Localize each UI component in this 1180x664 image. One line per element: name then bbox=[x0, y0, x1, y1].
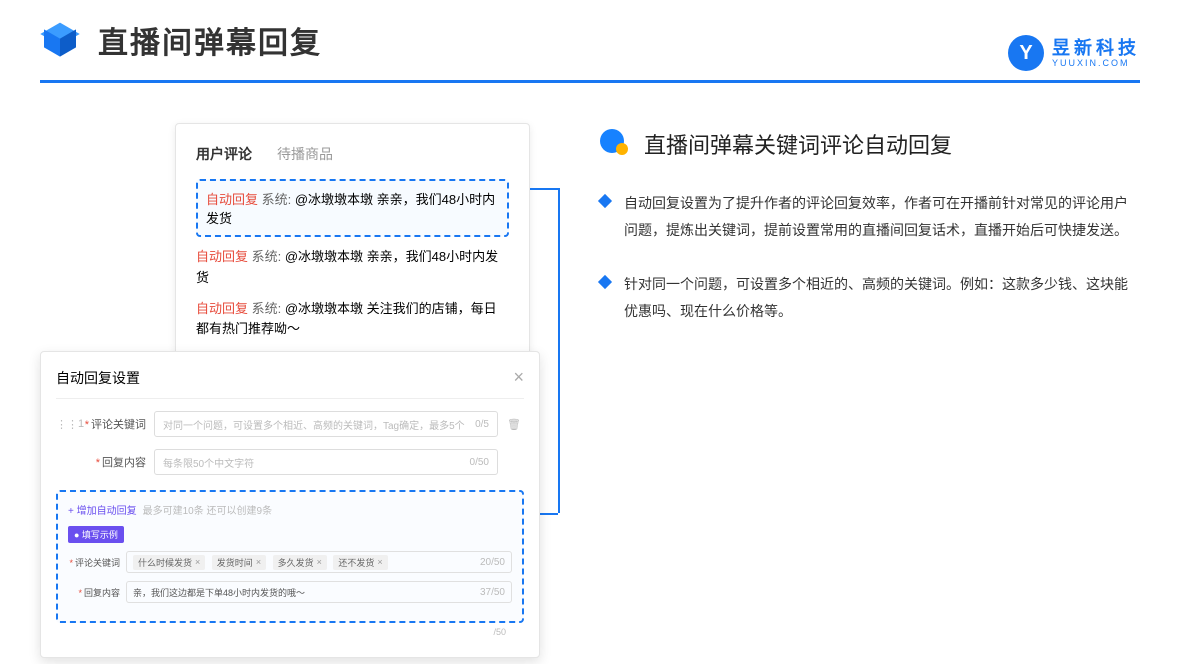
keyword-label: *评论关键词 bbox=[84, 416, 154, 432]
connector-line bbox=[558, 188, 560, 513]
section-title: 直播间弹幕关键词评论自动回复 bbox=[644, 128, 952, 160]
brand-logo: Y 昱新科技 YUUXIN.COM bbox=[1008, 35, 1140, 71]
settings-title: 自动回复设置 bbox=[56, 368, 140, 388]
example-content-counter: 37/50 bbox=[480, 587, 505, 598]
system-label: 系统: bbox=[248, 301, 285, 316]
auto-reply-label: 自动回复 bbox=[206, 192, 258, 207]
auto-reply-label: 自动回复 bbox=[196, 249, 248, 264]
footer-counter: /50 bbox=[56, 627, 524, 637]
tag-remove-icon: × bbox=[377, 557, 382, 567]
content-input[interactable]: 每条限50个中文字符 0/50 bbox=[154, 449, 498, 475]
brand-icon: Y bbox=[1008, 35, 1044, 71]
cube-icon bbox=[40, 20, 80, 60]
example-block: + 增加自动回复最多可建10条 还可以创建9条 ● 填写示例 *评论关键词 什么… bbox=[56, 490, 524, 623]
tag-remove-icon: × bbox=[256, 557, 261, 567]
connector-line bbox=[530, 188, 558, 190]
keyword-tag[interactable]: 什么时候发货× bbox=[133, 555, 205, 570]
tag-remove-icon: × bbox=[195, 557, 200, 567]
system-label: 系统: bbox=[248, 249, 285, 264]
highlighted-comment: 自动回复 系统: @冰墩墩本墩 亲亲，我们48小时内发货 bbox=[196, 179, 509, 237]
brand-name-en: YUUXIN.COM bbox=[1052, 59, 1140, 68]
keyword-input[interactable]: 对同一个问题，可设置多个相近、高频的关键词，Tag确定，最多5个 0/5 bbox=[154, 411, 498, 437]
brand-name-cn: 昱新科技 bbox=[1052, 39, 1140, 57]
tag-remove-icon: × bbox=[317, 557, 322, 567]
comment-row: 自动回复 系统: @冰墩墩本墩 关注我们的店铺，每日都有热门推荐呦～ bbox=[196, 299, 509, 341]
example-keyword-input[interactable]: 什么时候发货× 发货时间× 多久发货× 还不发货× 20/50 bbox=[126, 551, 512, 573]
close-icon[interactable]: × bbox=[513, 367, 524, 388]
content-counter: 0/50 bbox=[470, 457, 489, 468]
example-content-label: *回复内容 bbox=[68, 586, 126, 599]
chat-bubble-icon bbox=[600, 129, 630, 159]
example-badge: ● 填写示例 bbox=[68, 526, 124, 543]
example-content-input[interactable]: 亲，我们这边都是下单48小时内发货的哦～ 37/50 bbox=[126, 581, 512, 603]
comments-panel: 用户评论 待播商品 自动回复 系统: @冰墩墩本墩 亲亲，我们48小时内发货 自… bbox=[175, 123, 530, 371]
system-label: 系统: bbox=[258, 192, 295, 207]
keyword-tag[interactable]: 发货时间× bbox=[212, 555, 266, 570]
example-keyword-counter: 20/50 bbox=[480, 557, 505, 568]
auto-reply-label: 自动回复 bbox=[196, 301, 248, 316]
diamond-bullet-icon bbox=[598, 275, 612, 289]
bullet-text: 自动回复设置为了提升作者的评论回复效率，作者可在开播前针对常见的评论用户问题，提… bbox=[624, 190, 1140, 243]
delete-icon[interactable]: 🗑 bbox=[504, 418, 524, 431]
tab-pending-goods[interactable]: 待播商品 bbox=[277, 144, 333, 164]
example-keyword-label: *评论关键词 bbox=[68, 556, 126, 569]
settings-panel: 自动回复设置 × ⋮⋮ 1 *评论关键词 对同一个问题，可设置多个相近、高频的关… bbox=[40, 351, 540, 658]
keyword-tag[interactable]: 多久发货× bbox=[273, 555, 327, 570]
tab-user-comments[interactable]: 用户评论 bbox=[196, 144, 252, 164]
keyword-tag[interactable]: 还不发货× bbox=[333, 555, 387, 570]
comment-row: 自动回复 系统: @冰墩墩本墩 亲亲，我们48小时内发货 bbox=[196, 247, 509, 289]
content-label: *回复内容 bbox=[84, 454, 154, 470]
row-index: ⋮⋮ 1 bbox=[56, 418, 84, 431]
page-title: 直播间弹幕回复 bbox=[98, 18, 322, 62]
add-auto-reply-link[interactable]: + 增加自动回复最多可建10条 还可以创建9条 bbox=[68, 502, 512, 517]
bullet-text: 针对同一个问题，可设置多个相近的、高频的关键词。例如：这款多少钱、这块能优惠吗、… bbox=[624, 271, 1140, 324]
keyword-counter: 0/5 bbox=[475, 419, 489, 430]
diamond-bullet-icon bbox=[598, 194, 612, 208]
